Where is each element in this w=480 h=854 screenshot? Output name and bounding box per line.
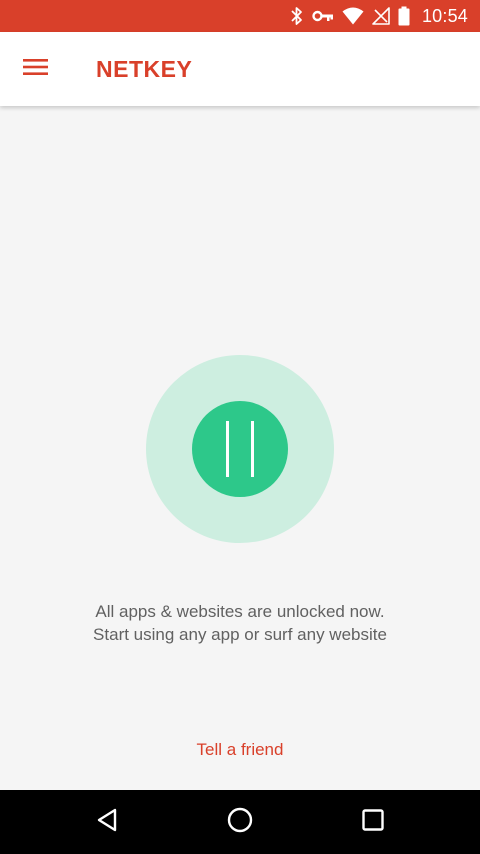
hamburger-menu-icon bbox=[23, 57, 49, 82]
no-signal-icon bbox=[372, 7, 390, 25]
app-title: NETKEY bbox=[96, 56, 193, 82]
main-content: All apps & websites are unlocked now. St… bbox=[0, 106, 480, 790]
battery-icon bbox=[398, 6, 410, 26]
navigation-bar bbox=[0, 790, 480, 854]
back-icon bbox=[96, 808, 118, 837]
home-icon bbox=[227, 807, 253, 838]
pause-bar-right bbox=[251, 421, 254, 477]
vpn-key-icon bbox=[312, 9, 334, 23]
clock-time: 10:54 bbox=[421, 5, 468, 26]
recents-icon bbox=[362, 808, 384, 836]
menu-button[interactable] bbox=[16, 49, 56, 89]
back-button[interactable] bbox=[87, 802, 127, 842]
toggle-inner-circle bbox=[192, 401, 288, 497]
app-bar: NETKEY bbox=[0, 32, 480, 106]
unlock-toggle-button[interactable] bbox=[146, 355, 334, 543]
home-button[interactable] bbox=[220, 802, 260, 842]
status-message-line2: Start using any app or surf any website bbox=[93, 625, 387, 644]
status-message: All apps & websites are unlocked now. St… bbox=[0, 600, 480, 646]
tell-a-friend-link[interactable]: Tell a friend bbox=[0, 740, 480, 760]
status-bar: 10:54 bbox=[0, 0, 480, 32]
wifi-icon bbox=[342, 7, 364, 25]
recents-button[interactable] bbox=[353, 802, 393, 842]
bluetooth-icon bbox=[290, 6, 304, 26]
pause-bar-left bbox=[226, 421, 229, 477]
status-message-line1: All apps & websites are unlocked now. bbox=[95, 602, 385, 621]
status-icons: 10:54 bbox=[290, 0, 468, 32]
